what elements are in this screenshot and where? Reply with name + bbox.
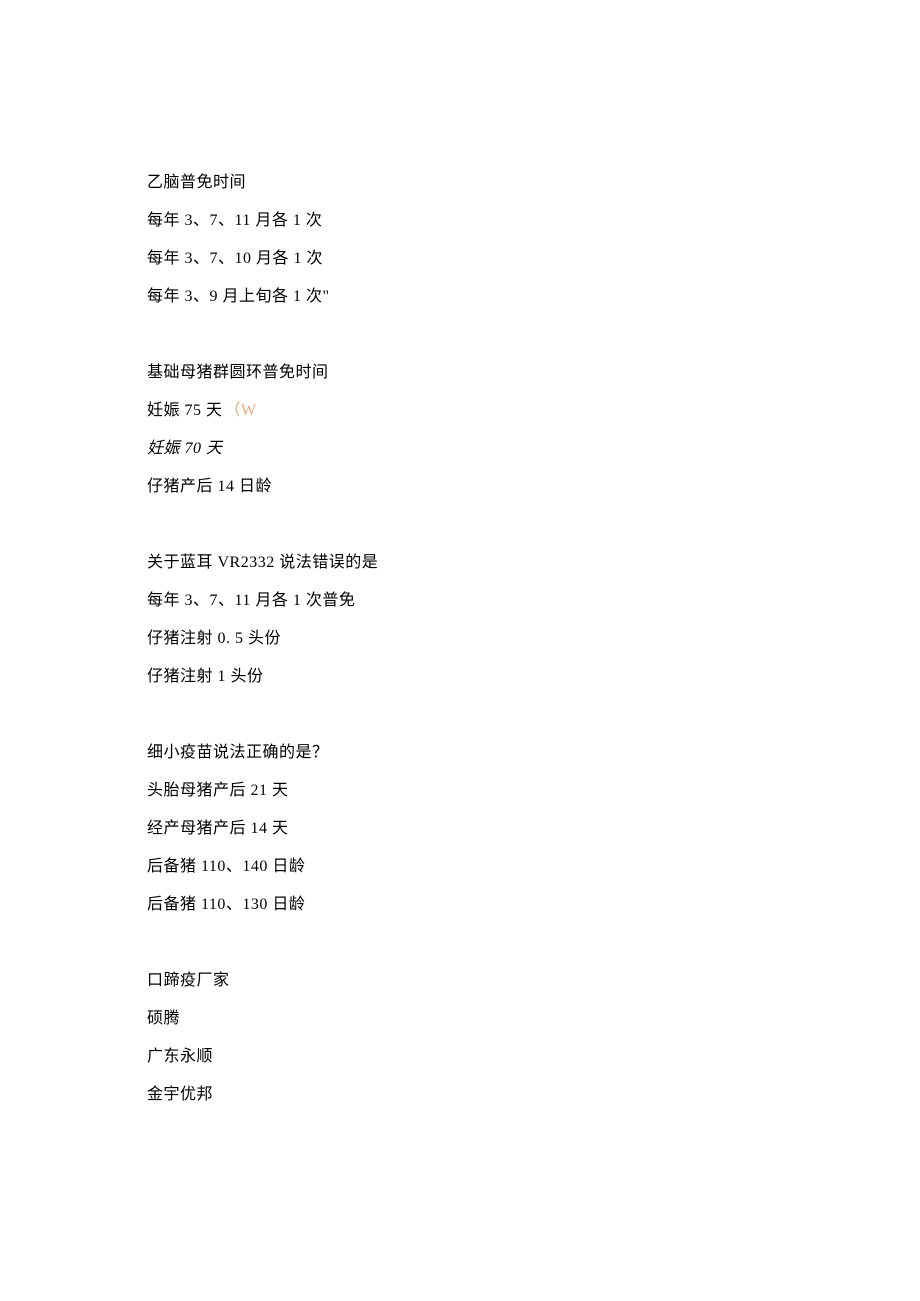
option-text: 妊娠 75 天	[147, 402, 223, 419]
question-title: 细小疫苗说法正确的是？	[147, 734, 920, 772]
question-option: 仔猪注射 0. 5 头份	[147, 620, 920, 658]
question-option: 经产母猪产后 14 天	[147, 810, 920, 848]
question-title: 乙脑普免时间	[147, 164, 920, 202]
question-option: 每年 3、9 月上旬各 1 次"	[147, 278, 920, 316]
question-option: 后备猪 110、140 日龄	[147, 848, 920, 886]
question-block-1: 乙脑普免时间 每年 3、7、11 月各 1 次 每年 3、7、10 月各 1 次…	[147, 164, 920, 316]
question-option: 后备猪 110、130 日龄	[147, 886, 920, 924]
question-option: 每年 3、7、11 月各 1 次普免	[147, 582, 920, 620]
question-option: 广东永顺	[147, 1038, 920, 1076]
question-title: 口蹄疫厂家	[147, 962, 920, 1000]
question-option: 每年 3、7、10 月各 1 次	[147, 240, 920, 278]
question-option: 硕腾	[147, 1000, 920, 1038]
question-title: 基础母猪群圆环普免时间	[147, 354, 920, 392]
annotation-text: （W	[225, 402, 257, 419]
question-option: 仔猪注射 1 头份	[147, 658, 920, 696]
question-option: 头胎母猪产后 21 天	[147, 772, 920, 810]
question-block-5: 口蹄疫厂家 硕腾 广东永顺 金宇优邦	[147, 962, 920, 1114]
question-option-with-annotation: 妊娠 75 天（W	[147, 392, 920, 430]
question-block-4: 细小疫苗说法正确的是？ 头胎母猪产后 21 天 经产母猪产后 14 天 后备猪 …	[147, 734, 920, 924]
question-block-2: 基础母猪群圆环普免时间 妊娠 75 天（W 妊娠 70 天 仔猪产后 14 日龄	[147, 354, 920, 506]
question-block-3: 关于蓝耳 VR2332 说法错误的是 每年 3、7、11 月各 1 次普免 仔猪…	[147, 544, 920, 696]
question-title: 关于蓝耳 VR2332 说法错误的是	[147, 544, 920, 582]
question-option: 每年 3、7、11 月各 1 次	[147, 202, 920, 240]
question-option-italic: 妊娠 70 天	[147, 430, 920, 468]
question-option: 金宇优邦	[147, 1076, 920, 1114]
question-option: 仔猪产后 14 日龄	[147, 468, 920, 506]
